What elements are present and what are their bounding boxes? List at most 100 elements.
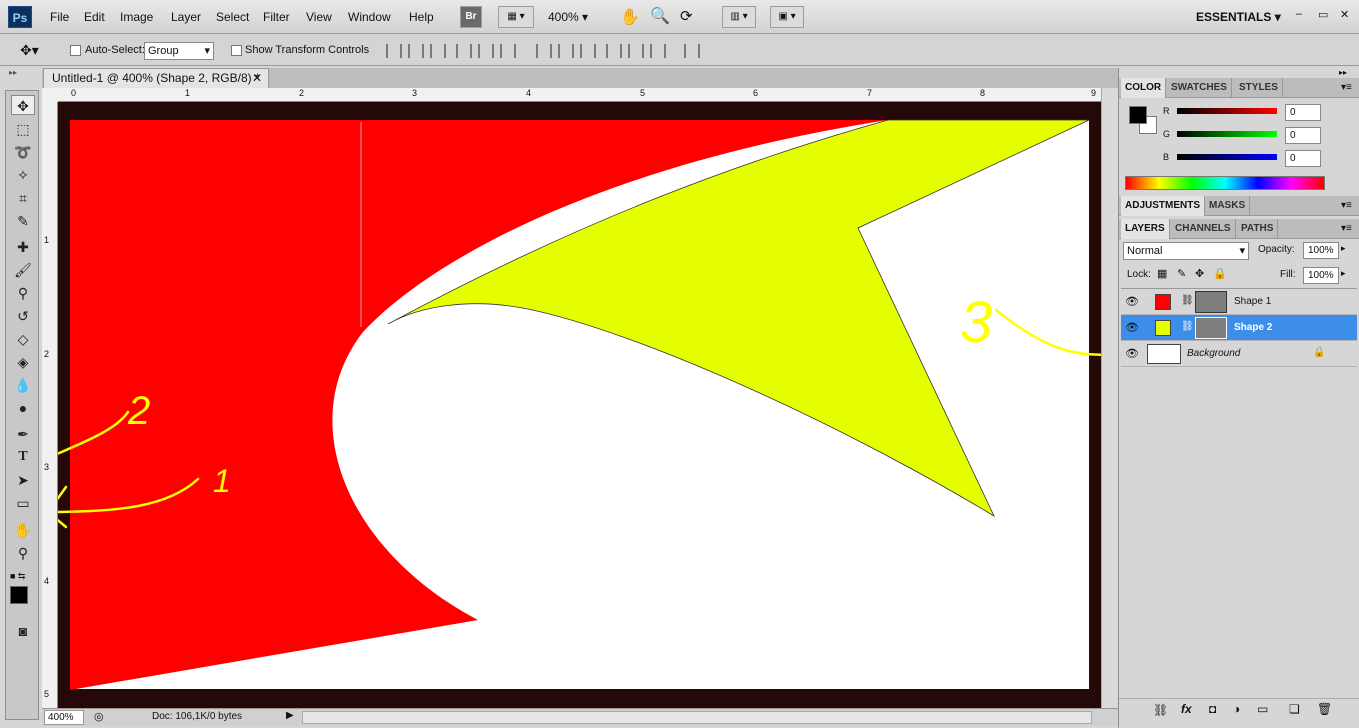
brush-tool-icon[interactable]: 🖌	[11, 260, 35, 280]
tab-paths[interactable]: PATHS	[1237, 219, 1279, 239]
minimize-button[interactable]: –	[1296, 8, 1302, 20]
channel-g-slider[interactable]	[1177, 131, 1277, 137]
channel-b-slider[interactable]	[1177, 154, 1277, 160]
color-spectrum-bar[interactable]	[1125, 176, 1325, 190]
vector-mask-thumbnail[interactable]	[1195, 291, 1227, 313]
tab-masks[interactable]: MASKS	[1205, 196, 1251, 216]
clone-stamp-icon[interactable]: ⚲	[11, 283, 35, 303]
blur-tool-icon[interactable]: 💧	[11, 375, 35, 395]
folder-icon[interactable]: ▭	[1257, 702, 1268, 716]
zoom-level-select[interactable]: 400% ▾	[548, 10, 588, 24]
status-menu-arrow-icon[interactable]: ▶	[286, 710, 294, 721]
marquee-tool-icon[interactable]: ⬚	[11, 119, 35, 139]
lock-pixels-icon[interactable]: ✎	[1177, 267, 1186, 280]
layer-name[interactable]: Background	[1187, 348, 1240, 359]
link-icon[interactable]: ⛓	[1153, 703, 1168, 717]
show-transform-checkbox[interactable]	[231, 45, 242, 56]
panel-menu-icon[interactable]: ▾≡	[1341, 82, 1352, 93]
hand-icon[interactable]: ✋	[11, 520, 35, 540]
toolbox-collapse-icon[interactable]: ▸▸	[5, 68, 39, 80]
path-selection-icon[interactable]: ➤	[11, 470, 35, 490]
move-tool-icon[interactable]: ✥	[11, 95, 35, 115]
magic-wand-icon[interactable]: ✧	[11, 165, 35, 185]
lasso-tool-icon[interactable]: ➰	[11, 142, 35, 162]
workspace-switcher[interactable]: ESSENTIALS ▾	[1196, 10, 1281, 24]
tab-styles[interactable]: STYLES	[1235, 78, 1283, 98]
tab-channels[interactable]: CHANNELS	[1171, 219, 1236, 239]
layer-color-thumbnail[interactable]	[1155, 320, 1171, 336]
distribute-bottom-icon[interactable]	[580, 44, 596, 58]
menu-edit[interactable]: Edit	[84, 10, 105, 24]
zoom-tool-icon[interactable]: 🔍	[650, 6, 670, 26]
rectangle-shape-icon[interactable]: ▭	[11, 493, 35, 513]
eye-icon[interactable]: 👁	[1125, 348, 1139, 360]
close-window-button[interactable]: ✕	[1340, 8, 1349, 21]
layer-color-thumbnail[interactable]	[1155, 294, 1171, 310]
distribute-right-icon[interactable]	[650, 44, 666, 58]
tab-color[interactable]: COLOR	[1121, 78, 1167, 98]
layer-row-background[interactable]: 👁 Background 🔒	[1121, 341, 1357, 367]
fill-arrow-icon[interactable]: ▸	[1341, 268, 1346, 279]
arrange-documents-button[interactable]: ▥ ▾	[722, 6, 756, 28]
pen-tool-icon[interactable]: ✒	[11, 424, 35, 444]
healing-brush-icon[interactable]: ✚	[11, 237, 35, 257]
channel-r-slider[interactable]	[1177, 108, 1277, 114]
menu-filter[interactable]: Filter	[263, 10, 290, 24]
layer-row-shape-2[interactable]: 👁 ⛓ Shape 2	[1121, 315, 1357, 341]
close-tab-icon[interactable]: ✕	[252, 69, 262, 87]
type-tool-icon[interactable]: T	[11, 447, 35, 467]
quick-mask-icon[interactable]: ◙	[11, 621, 35, 641]
menu-help[interactable]: Help	[409, 10, 434, 24]
align-top-icon[interactable]	[386, 44, 402, 58]
hand-tool-icon[interactable]: ✋	[620, 7, 640, 27]
menu-file[interactable]: File	[50, 10, 69, 24]
tab-swatches[interactable]: SWATCHES	[1167, 78, 1232, 98]
paint-bucket-icon[interactable]: ◈	[11, 352, 35, 372]
panel-collapse-icon[interactable]: ▸▸	[1339, 68, 1347, 77]
panel-menu-icon[interactable]: ▾≡	[1341, 223, 1352, 234]
tab-adjustments[interactable]: ADJUSTMENTS	[1121, 196, 1206, 216]
zoom-field[interactable]: 400%	[44, 710, 84, 725]
align-hcenter-icon[interactable]	[478, 44, 494, 58]
document-tab[interactable]: Untitled-1 @ 400% (Shape 2, RGB/8) * ✕	[43, 68, 269, 88]
restore-button[interactable]: ▭	[1318, 8, 1328, 21]
vector-mask-thumbnail[interactable]	[1195, 317, 1227, 339]
zoom-icon[interactable]: ⚲	[11, 543, 35, 563]
crop-tool-icon[interactable]: ⌗	[11, 188, 35, 208]
align-bottom-icon[interactable]	[430, 44, 446, 58]
trash-icon[interactable]: 🗑	[1317, 702, 1332, 716]
background-thumbnail[interactable]	[1147, 344, 1181, 364]
channel-r-field[interactable]: 0	[1285, 104, 1321, 121]
layer-name[interactable]: Shape 1	[1234, 296, 1271, 307]
menu-window[interactable]: Window	[348, 10, 391, 24]
panel-menu-icon[interactable]: ▾≡	[1341, 200, 1352, 211]
history-brush-icon[interactable]: ↺	[11, 306, 35, 326]
color-panel-foreground-swatch[interactable]	[1129, 106, 1147, 124]
bridge-button[interactable]: Br	[460, 6, 482, 28]
menu-select[interactable]: Select	[216, 10, 249, 24]
auto-align-icon[interactable]	[684, 44, 700, 58]
distribute-hcenter-icon[interactable]	[628, 44, 644, 58]
chain-link-icon[interactable]: ⛓	[1181, 321, 1194, 332]
auto-select-dropdown[interactable]: Group ▾	[144, 42, 214, 60]
vertical-scrollbar[interactable]	[1101, 88, 1118, 708]
distribute-left-icon[interactable]	[606, 44, 622, 58]
lock-all-icon[interactable]: 🔒	[1213, 267, 1227, 280]
fill-field[interactable]: 100%	[1303, 267, 1339, 284]
default-colors-icon[interactable]: ■ ⇆	[10, 571, 25, 582]
menu-view[interactable]: View	[306, 10, 332, 24]
view-extras-button[interactable]: ▦ ▾	[498, 6, 534, 28]
move-tool-preset-icon[interactable]: ✥▾	[20, 42, 39, 59]
adjustment-icon[interactable]: ◑	[1233, 702, 1240, 716]
eraser-icon[interactable]: ◇	[11, 329, 35, 349]
tab-layers[interactable]: LAYERS	[1121, 219, 1170, 239]
eye-icon[interactable]: 👁	[1125, 322, 1139, 334]
blend-mode-dropdown[interactable]: Normal ▾	[1123, 242, 1249, 260]
layer-row-shape-1[interactable]: 👁 ⛓ Shape 1	[1121, 289, 1357, 315]
foreground-color-swatch[interactable]	[10, 586, 28, 604]
align-left-icon[interactable]	[456, 44, 472, 58]
lock-transparency-icon[interactable]: ▦	[1157, 267, 1167, 280]
eyedropper-icon[interactable]: ✎	[11, 211, 35, 231]
layer-name[interactable]: Shape 2	[1234, 322, 1272, 333]
opacity-field[interactable]: 100%	[1303, 242, 1339, 259]
